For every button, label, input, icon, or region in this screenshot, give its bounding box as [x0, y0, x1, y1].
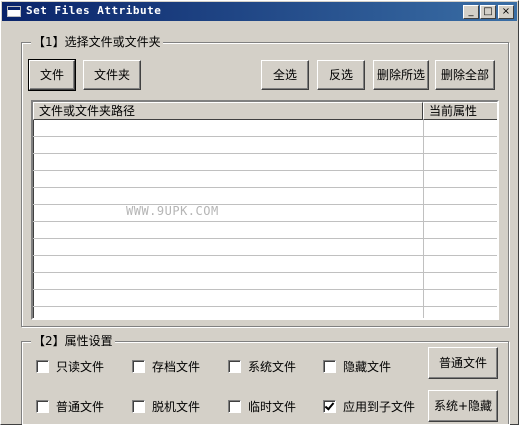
list-item: [33, 205, 497, 222]
add-file-button[interactable]: 文件: [28, 59, 76, 91]
system-checkbox-box[interactable]: [228, 359, 241, 373]
list-item: [33, 171, 497, 188]
archive-checkbox-label: 存档文件: [152, 359, 201, 374]
list-item: [33, 290, 497, 307]
list-item: [33, 239, 497, 256]
apply-to-subfiles-checkbox-box[interactable]: [323, 399, 336, 413]
list-item: [33, 120, 497, 137]
file-list[interactable]: 文件或文件夹路径 当前属性 WWW.9UPK.COM: [31, 100, 499, 320]
hidden-checkbox-label: 隐藏文件: [343, 359, 392, 374]
offline-checkbox[interactable]: 脱机文件: [132, 398, 200, 414]
select-all-button[interactable]: 全选: [261, 60, 309, 90]
temporary-checkbox[interactable]: 临时文件: [228, 398, 296, 414]
temporary-checkbox-box[interactable]: [228, 399, 241, 413]
normal-checkbox[interactable]: 普通文件: [36, 398, 104, 414]
app-window-icon: [7, 6, 21, 17]
system-checkbox[interactable]: 系统文件: [228, 358, 296, 374]
hidden-checkbox[interactable]: 隐藏文件: [323, 358, 391, 374]
readonly-checkbox[interactable]: 只读文件: [36, 358, 104, 374]
list-item: [33, 188, 497, 205]
minimize-button[interactable]: _: [463, 5, 479, 19]
maximize-button[interactable]: □: [480, 5, 496, 19]
readonly-checkbox-box[interactable]: [36, 359, 49, 373]
add-folder-button[interactable]: 文件夹: [83, 60, 141, 90]
temporary-checkbox-label: 临时文件: [248, 399, 297, 414]
list-item: [33, 256, 497, 273]
invert-selection-button[interactable]: 反选: [317, 60, 365, 90]
delete-all-button[interactable]: 删除全部: [435, 60, 495, 90]
watermark-text: WWW.9UPK.COM: [126, 204, 219, 218]
system-checkbox-label: 系统文件: [248, 359, 297, 374]
window-title: Set Files Attribute: [26, 4, 162, 17]
list-item: [33, 154, 497, 171]
normal-checkbox-label: 普通文件: [56, 399, 105, 414]
title-bar[interactable]: Set Files Attribute _ □ ×: [2, 2, 517, 21]
list-item: [33, 222, 497, 239]
delete-selected-button[interactable]: 删除所选: [373, 60, 429, 90]
attribute-settings-group-label: 【2】属性设置: [31, 334, 115, 348]
offline-checkbox-label: 脱机文件: [152, 399, 201, 414]
archive-checkbox-box[interactable]: [132, 359, 145, 373]
select-files-group-label: 【1】选择文件或文件夹: [31, 35, 163, 49]
normal-checkbox-box[interactable]: [36, 399, 49, 413]
list-item: [33, 307, 497, 318]
apply-to-subfiles-checkbox[interactable]: 应用到子文件: [323, 398, 415, 414]
file-list-header: 文件或文件夹路径 当前属性: [33, 102, 497, 120]
set-normal-button[interactable]: 普通文件: [428, 347, 498, 379]
app-window: Set Files Attribute _ □ × 【1】选择文件或文件夹 文件…: [0, 0, 519, 425]
column-header-path[interactable]: 文件或文件夹路径: [33, 102, 423, 120]
list-item: [33, 273, 497, 290]
set-system-hidden-button[interactable]: 系统+隐藏: [428, 390, 498, 422]
file-list-body: [33, 120, 497, 318]
apply-to-subfiles-checkbox-label: 应用到子文件: [343, 399, 416, 414]
offline-checkbox-box[interactable]: [132, 399, 145, 413]
column-header-attribute[interactable]: 当前属性: [423, 102, 497, 120]
readonly-checkbox-label: 只读文件: [56, 359, 105, 374]
close-button[interactable]: ×: [498, 5, 514, 19]
hidden-checkbox-box[interactable]: [323, 359, 336, 373]
list-item: [33, 137, 497, 154]
archive-checkbox[interactable]: 存档文件: [132, 358, 200, 374]
